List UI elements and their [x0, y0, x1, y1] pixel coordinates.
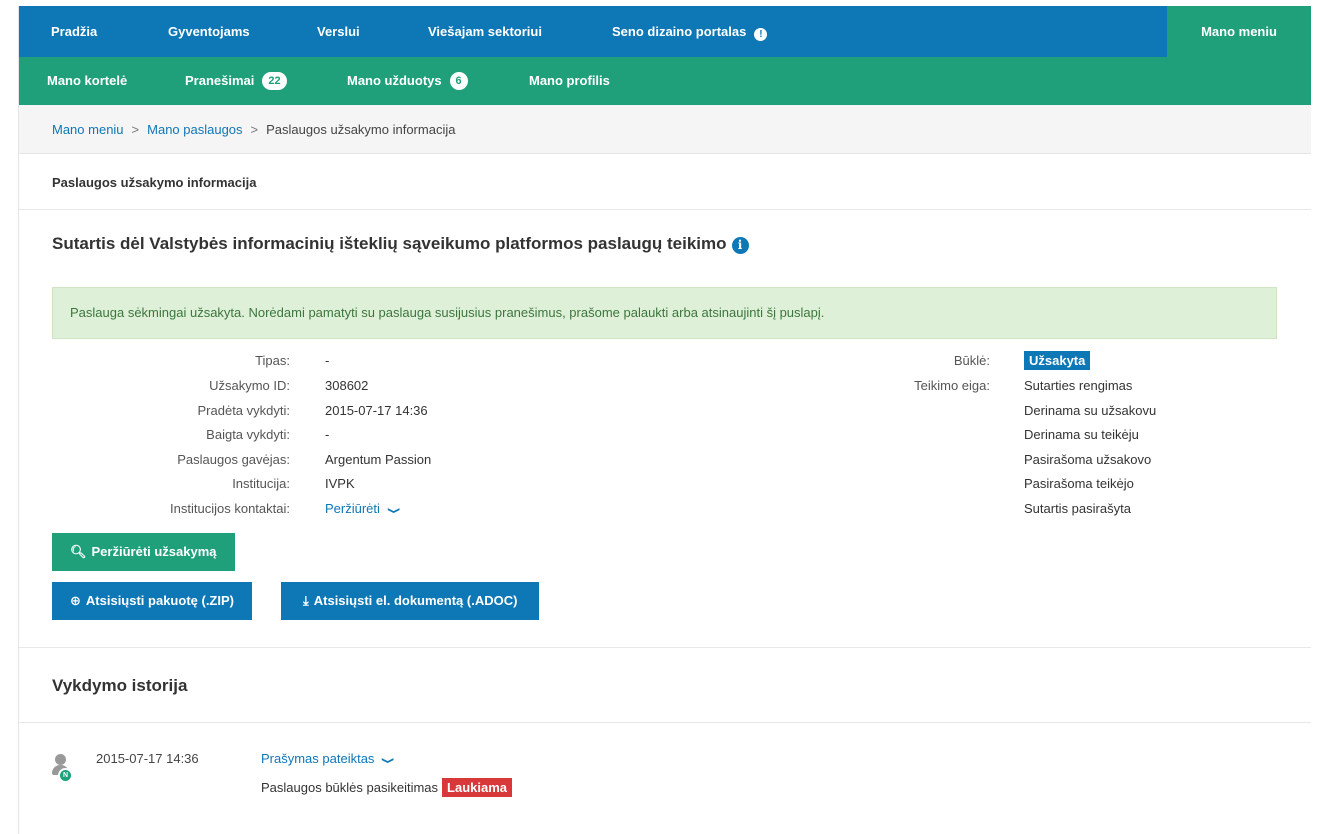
my-menu-button[interactable]: Mano meniu	[1167, 6, 1311, 57]
sub-navigation: Mano kortelė Pranešimai 22 Mano užduotys 6…	[19, 57, 1311, 105]
chevron-down-icon: ❯	[382, 756, 396, 765]
contacts-view-link[interactable]: Peržiūrėti ❯	[325, 501, 401, 516]
nav-old-portal[interactable]: Seno dizaino portalas!	[612, 6, 768, 57]
subnav-my-card[interactable]: Mano kortelė	[47, 57, 127, 105]
divider	[19, 647, 1311, 648]
download-icon: ⤓	[303, 593, 309, 608]
field-value-recipient: Argentum Passion	[325, 452, 432, 467]
tasks-count-badge: 6	[449, 72, 468, 90]
section-title: Paslaugos užsakymo informacija	[19, 155, 1311, 210]
nav-home[interactable]: Pradžia	[51, 6, 97, 57]
exclamation-icon: !	[754, 28, 768, 41]
field-value-institution: IVPK	[325, 476, 355, 491]
field-value-finished: -	[325, 427, 330, 442]
nav-public-sector[interactable]: Viešajam sektoriui	[428, 6, 542, 57]
field-label-finished: Baigta vykdyti:	[206, 427, 290, 442]
page-title-text: Sutartis dėl Valstybės informacinių ište…	[52, 234, 727, 253]
page-title: Sutartis dėl Valstybės informacinių ište…	[52, 234, 749, 254]
history-event-link[interactable]: Prašymas pateiktas ❯	[261, 751, 396, 766]
page: Pradžia Gyventojams Verslui Viešajam sek…	[0, 0, 1318, 834]
download-zip-label: Atsisiųsti pakuotę (.ZIP)	[85, 593, 234, 608]
status-badge: Užsakyta	[1024, 351, 1091, 370]
flow-label: Teikimo eiga:	[914, 378, 990, 393]
success-alert: Paslauga sėkmingai užsakyta. Norėdami pa…	[52, 287, 1277, 339]
field-label-started: Pradėta vykdyti:	[197, 403, 291, 418]
field-label-contacts: Institucijos kontaktai:	[170, 501, 290, 516]
subnav-messages-label: Pranešimai	[185, 73, 255, 88]
history-title: Vykdymo istorija	[52, 676, 188, 695]
flow-step: Derinama su teikėju	[1024, 427, 1139, 442]
breadcrumb-my-services[interactable]: Mano paslaugos	[147, 122, 242, 137]
breadcrumb-current: Paslaugos užsakymo informacija	[266, 122, 456, 137]
waiting-badge: Laukiama	[442, 778, 513, 797]
history-status-change: Paslaugos būklės pasikeitimas Laukiama	[261, 778, 513, 797]
search-icon: 🔍︎	[70, 544, 87, 559]
flow-step: Pasirašoma teikėjo	[1024, 476, 1134, 491]
field-label-recipient: Paslaugos gavėjas:	[177, 452, 290, 467]
field-label-order-id: Užsakymo ID:	[209, 378, 290, 393]
field-label-institution: Institucija:	[232, 476, 290, 491]
field-value-type: -	[325, 353, 330, 368]
download-circle-icon: ⊕	[70, 593, 81, 608]
subnav-my-profile[interactable]: Mano profilis	[529, 57, 610, 105]
flow-step: Sutarties rengimas	[1024, 378, 1133, 393]
view-order-label: Peržiūrėti užsakymą	[91, 544, 217, 559]
divider	[19, 722, 1311, 723]
avatar: N	[52, 754, 78, 788]
breadcrumb: Mano meniu > Mano paslaugos > Paslaugos užsa…	[19, 105, 1311, 154]
status-label: Būklė:	[953, 353, 990, 368]
history-status-text: Paslaugos būklės pasikeitimas	[261, 780, 439, 795]
history-event-label: Prašymas pateiktas	[261, 751, 375, 766]
messages-count-badge: 22	[262, 72, 287, 90]
breadcrumb-separator: >	[131, 122, 140, 137]
field-value-order-id: 308602	[325, 378, 369, 393]
history-date: 2015-07-17 14:36	[96, 751, 199, 766]
subnav-my-tasks[interactable]: Mano užduotys 6	[347, 57, 468, 105]
flow-step: Pasirašoma užsakovo	[1024, 452, 1152, 467]
field-label-type: Tipas:	[255, 353, 290, 368]
subnav-tasks-label: Mano užduotys	[347, 73, 442, 88]
portal-frame: Pradžia Gyventojams Verslui Viešajam sek…	[18, 6, 1311, 834]
field-value-started: 2015-07-17 14:36	[325, 403, 428, 418]
user-icon	[55, 754, 66, 765]
info-icon[interactable]: i	[731, 237, 749, 254]
chevron-down-icon: ❯	[387, 506, 401, 515]
download-adoc-label: Atsisiųsti el. dokumentą (.ADOC)	[313, 593, 518, 608]
top-navigation: Pradžia Gyventojams Verslui Viešajam sek…	[19, 6, 1311, 57]
flow-step: Derinama su užsakovu	[1024, 403, 1157, 418]
download-adoc-button[interactable]: ⤓ Atsisiųsti el. dokumentą (.ADOC)	[281, 582, 540, 620]
breadcrumb-separator: >	[250, 122, 259, 137]
breadcrumb-my-menu[interactable]: Mano meniu	[52, 122, 124, 137]
contacts-view-label: Peržiūrėti	[325, 501, 380, 516]
nav-old-portal-label: Seno dizaino portalas	[612, 24, 747, 39]
nav-business[interactable]: Verslui	[317, 6, 360, 57]
nav-residents[interactable]: Gyventojams	[168, 6, 250, 57]
flow-step: Sutartis pasirašyta	[1024, 501, 1131, 516]
avatar-letter: N	[58, 768, 73, 783]
view-order-button[interactable]: 🔍︎ Peržiūrėti užsakymą	[52, 533, 235, 571]
download-zip-button[interactable]: ⊕ Atsisiųsti pakuotę (.ZIP)	[52, 582, 252, 620]
subnav-messages[interactable]: Pranešimai 22	[185, 57, 287, 105]
